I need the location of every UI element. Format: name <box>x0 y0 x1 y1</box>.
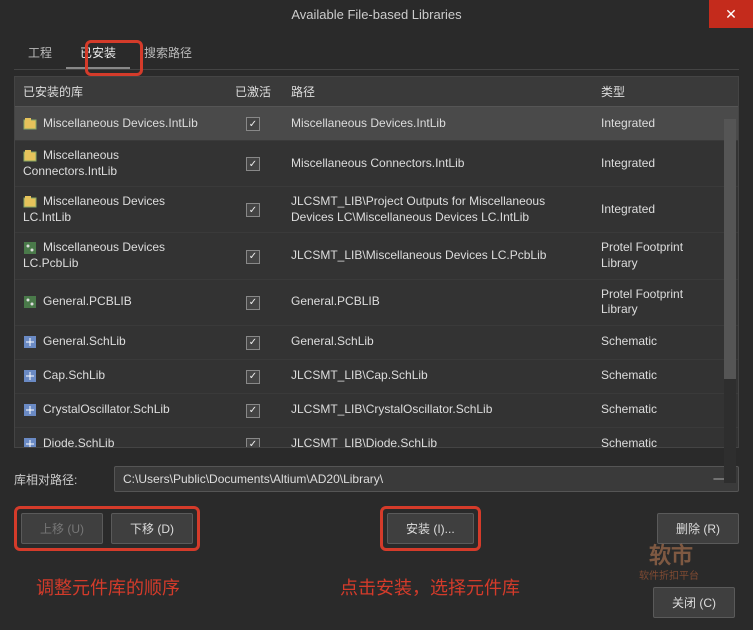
grid-header: 已安装的库 已激活 路径 类型 <box>15 77 738 107</box>
scrollbar[interactable] <box>724 119 736 483</box>
lib-type: Schematic <box>593 331 703 353</box>
close-button[interactable]: 关闭 (C) <box>653 587 735 618</box>
activated-checkbox[interactable]: ✓ <box>246 117 260 131</box>
relpath-label: 库相对路径: <box>14 471 104 488</box>
lib-path: Miscellaneous Devices.IntLib <box>283 113 593 135</box>
lib-path: General.SchLib <box>283 331 593 353</box>
table-row[interactable]: General.PCBLIB✓General.PCBLIBProtel Foot… <box>15 280 738 326</box>
tab-project[interactable]: 工程 <box>14 38 66 69</box>
library-icon <box>23 295 37 309</box>
lib-name: Miscellaneous Devices LC.PcbLib <box>23 240 165 270</box>
watermark-sub: 软件折扣平台 <box>639 567 699 582</box>
move-down-button[interactable]: 下移 (D) <box>111 513 193 544</box>
lib-name: Miscellaneous Devices LC.IntLib <box>23 194 165 224</box>
lib-type: Integrated <box>593 153 703 175</box>
activated-checkbox[interactable]: ✓ <box>246 404 260 418</box>
lib-type: Integrated <box>593 113 703 135</box>
activated-checkbox[interactable]: ✓ <box>246 438 260 447</box>
library-icon <box>23 437 37 447</box>
annotation-right: 点击安装，选择元件库 <box>340 574 520 600</box>
annotation-left: 调整元件库的顺序 <box>36 574 180 600</box>
lib-type: Integrated <box>593 199 703 221</box>
lib-type: Schematic <box>593 365 703 387</box>
library-icon <box>23 403 37 417</box>
table-row[interactable]: CrystalOscillator.SchLib ✓ JLCSMT_LIB\Crys… <box>15 394 738 428</box>
col-header-type[interactable]: 类型 <box>593 77 703 106</box>
library-icon <box>23 195 37 209</box>
tabs: 工程 已安装 搜索路径 <box>14 38 739 70</box>
lib-path: JLCSMT_LIB\Miscellaneous Devices LC.PcbL… <box>283 245 593 267</box>
lib-name: CrystalOscillator.SchLib <box>43 402 170 416</box>
activated-checkbox[interactable]: ✓ <box>246 296 260 310</box>
lib-type: Schematic <box>593 399 703 421</box>
lib-path: JLCSMT_LIB\Project Outputs for Miscellan… <box>283 191 593 228</box>
relpath-input[interactable]: C:\Users\Public\Documents\Altium\AD20\Li… <box>114 466 739 492</box>
titlebar: Available File-based Libraries ✕ <box>0 0 753 28</box>
table-row[interactable]: Miscellaneous Devices LC.IntLib ✓ JLCSMT_L… <box>15 187 738 233</box>
table-row[interactable]: General.SchLib✓General.SchLibSchematic <box>15 326 738 360</box>
scroll-thumb[interactable] <box>724 119 736 379</box>
library-icon <box>23 369 37 383</box>
table-row[interactable]: Miscellaneous Connectors.IntLib ✓ Miscella… <box>15 141 738 187</box>
library-icon <box>23 149 37 163</box>
delete-button[interactable]: 删除 (R) <box>657 513 739 544</box>
lib-path: JLCSMT_LIB\CrystalOscillator.SchLib <box>283 399 593 421</box>
table-row[interactable]: Cap.SchLib ✓ JLCSMT_LIB\Cap.SchLibSchemati… <box>15 360 738 394</box>
activated-checkbox[interactable]: ✓ <box>246 336 260 350</box>
library-icon <box>23 241 37 255</box>
col-header-activated[interactable]: 已激活 <box>223 77 283 106</box>
col-header-path[interactable]: 路径 <box>283 77 593 106</box>
table-row[interactable]: Diode.SchLib ✓ JLCSMT_LIB\Diode.SchLibSche… <box>15 428 738 447</box>
lib-path: Miscellaneous Connectors.IntLib <box>283 153 593 175</box>
highlight-move-buttons: 上移 (U) 下移 (D) <box>14 506 200 551</box>
close-icon[interactable]: ✕ <box>709 0 753 28</box>
lib-type: Protel Footprint Library <box>593 237 703 274</box>
table-row[interactable]: Miscellaneous Devices.IntLib ✓ Miscellaneo… <box>15 107 738 141</box>
library-icon <box>23 117 37 131</box>
lib-name: General.SchLib <box>43 334 126 348</box>
lib-type: Schematic <box>593 433 703 447</box>
lib-name: Cap.SchLib <box>43 368 105 382</box>
lib-path: General.PCBLIB <box>283 291 593 313</box>
lib-name: Miscellaneous Connectors.IntLib <box>23 148 119 178</box>
tab-search-path[interactable]: 搜索路径 <box>130 38 206 69</box>
lib-name: Diode.SchLib <box>43 436 114 447</box>
col-header-name[interactable]: 已安装的库 <box>15 77 223 106</box>
activated-checkbox[interactable]: ✓ <box>246 203 260 217</box>
activated-checkbox[interactable]: ✓ <box>246 157 260 171</box>
window-title: Available File-based Libraries <box>291 7 461 22</box>
tab-installed[interactable]: 已安装 <box>66 38 130 69</box>
install-button[interactable]: 安装 (I)... <box>387 513 474 544</box>
move-up-button[interactable]: 上移 (U) <box>21 513 103 544</box>
lib-path: JLCSMT_LIB\Cap.SchLib <box>283 365 593 387</box>
table-row[interactable]: Miscellaneous Devices LC.PcbLib ✓ JLCSMT_L… <box>15 233 738 279</box>
highlight-install-button: 安装 (I)... <box>380 506 481 551</box>
activated-checkbox[interactable]: ✓ <box>246 370 260 384</box>
lib-path: JLCSMT_LIB\Diode.SchLib <box>283 433 593 447</box>
relpath-value: C:\Users\Public\Documents\Altium\AD20\Li… <box>123 472 383 486</box>
lib-name: Miscellaneous Devices.IntLib <box>43 116 198 130</box>
library-grid: 已安装的库 已激活 路径 类型 Miscellaneous Devices.In… <box>14 76 739 448</box>
lib-name: General.PCBLIB <box>43 294 132 308</box>
library-icon <box>23 335 37 349</box>
activated-checkbox[interactable]: ✓ <box>246 250 260 264</box>
lib-type: Protel Footprint Library <box>593 284 703 321</box>
